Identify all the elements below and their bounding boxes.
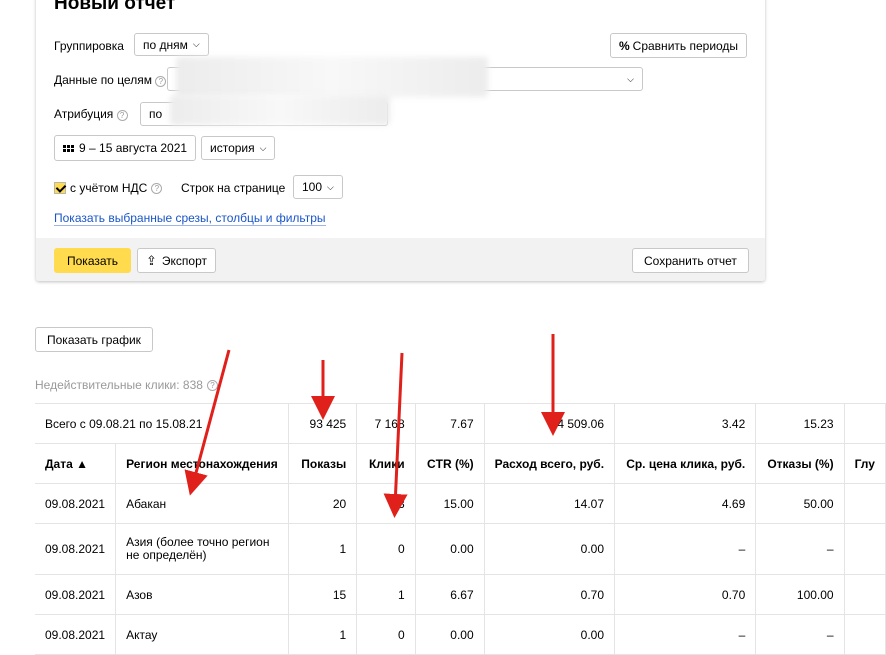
history-dropdown[interactable]: история ⌵ (201, 136, 276, 160)
cell-ctr: 15.00 (415, 483, 485, 524)
cell-date: 09.08.2021 (35, 574, 117, 615)
invalid-clicks: Недействительные клики: 838 ? (35, 378, 218, 392)
history-label: история (210, 141, 255, 155)
table-row: 09.08.2021 Азия (более точно регион не о… (35, 523, 886, 575)
cell-avg-cpc: 0.70 (614, 574, 757, 615)
cell-depth (844, 483, 886, 524)
cell-bounce: 100.00 (755, 574, 845, 615)
cell-bounce: 50.00 (755, 483, 845, 524)
cell-date: 09.08.2021 (35, 483, 117, 524)
show-button[interactable]: Показать (54, 248, 132, 273)
attribution-value: по (149, 107, 163, 121)
stats-table: Всего с 09.08.21 по 15.08.21 93 425 7 16… (35, 403, 886, 655)
vat-label: с учётом НДС (70, 181, 148, 195)
rows-per-page-label: Строк на странице (181, 181, 286, 195)
cell-clicks: 3 (356, 483, 416, 524)
goals-label: Данные по целям ? (54, 73, 167, 87)
cell-spend: 14.07 (484, 483, 616, 524)
cell-impressions: 15 (288, 574, 358, 615)
cell-depth (844, 523, 886, 575)
total-label: Всего с 09.08.21 по 15.08.21 (35, 403, 289, 444)
col-header-ctr[interactable]: CTR (%) (415, 443, 485, 484)
table-total-row: Всего с 09.08.21 по 15.08.21 93 425 7 16… (35, 403, 886, 444)
upload-icon: ⇪ (146, 252, 157, 268)
cell-bounce: – (755, 523, 845, 575)
cell-avg-cpc: – (614, 523, 757, 575)
grouping-label: Группировка (54, 39, 124, 53)
cell-ctr: 0.00 (415, 523, 485, 575)
total-bounce: 15.23 (755, 403, 845, 444)
col-header-avg-cpc[interactable]: Ср. цена клика, руб. (614, 443, 757, 484)
show-selected-link[interactable]: Показать выбранные срезы, столбцы и филь… (54, 211, 326, 226)
help-icon[interactable]: ? (155, 76, 167, 87)
cell-spend: 0.00 (484, 523, 616, 575)
export-button[interactable]: ⇪ Экспорт (137, 248, 216, 273)
grouping-value: по дням (143, 37, 188, 52)
help-icon[interactable]: ? (206, 379, 218, 391)
table-row: 09.08.2021 Абакан 20 3 15.00 14.07 4.69 … (35, 483, 886, 524)
total-clicks: 7 168 (356, 403, 416, 444)
rows-per-page-dropdown[interactable]: 100 ⌵ (293, 175, 343, 199)
col-header-clicks[interactable]: Клики (356, 443, 416, 484)
redacted-attribution (170, 95, 390, 125)
cell-spend: 0.70 (484, 574, 616, 615)
chevron-down-icon: ⌵ (259, 142, 267, 153)
vat-option[interactable]: с учётом НДС ? (54, 181, 163, 195)
cell-region: Азия (более точно регион не определён) (115, 523, 289, 575)
date-range-value: 9 – 15 августа 2021 (79, 141, 188, 155)
percent-icon: % (619, 38, 630, 53)
cell-impressions: 1 (288, 523, 358, 575)
compare-periods-label: Сравнить периоды (632, 38, 739, 53)
export-label: Экспорт (161, 253, 207, 268)
cell-region: Азов (115, 574, 289, 615)
cell-clicks: 0 (356, 523, 416, 575)
show-chart-button[interactable]: Показать график (35, 327, 153, 352)
cell-impressions: 20 (288, 483, 358, 524)
table-header-row: Дата ▲ Регион местонахождения Показы Кли… (35, 443, 886, 484)
compare-periods-button[interactable]: % Сравнить периоды (610, 33, 748, 58)
cell-region: Абакан (115, 483, 289, 524)
col-header-spend[interactable]: Расход всего, руб. (484, 443, 616, 484)
col-header-region[interactable]: Регион местонахождения (115, 443, 289, 484)
col-header-bounce[interactable]: Отказы (%) (755, 443, 845, 484)
chevron-down-icon: ⌵ (192, 39, 200, 49)
save-report-button[interactable]: Сохранить отчет (632, 248, 749, 273)
rows-per-page-value: 100 (302, 180, 323, 194)
cell-depth (844, 574, 886, 615)
col-header-impressions[interactable]: Показы (288, 443, 358, 484)
cell-date: 09.08.2021 (35, 523, 117, 575)
vat-checkbox[interactable] (54, 182, 66, 194)
total-avg-cpc: 3.42 (614, 403, 757, 444)
col-header-depth[interactable]: Глу (844, 443, 886, 484)
cell-clicks: 1 (356, 574, 416, 615)
report-settings-panel: Новый отчет Группировка по дням ⌵ % Срав… (36, 0, 765, 281)
invalid-clicks-text: Недействительные клики: 838 (35, 378, 203, 392)
panel-footer: Показать ⇪ Экспорт Сохранить отчет (36, 238, 765, 281)
cell-ctr: 6.67 (415, 574, 485, 615)
calendar-icon (63, 144, 74, 152)
col-header-date[interactable]: Дата ▲ (35, 443, 117, 484)
help-icon[interactable]: ? (116, 110, 128, 121)
date-range-button[interactable]: 9 – 15 августа 2021 (54, 135, 197, 161)
page-title: Новый отчет (54, 0, 176, 14)
total-spend: 24 509.06 (484, 403, 616, 444)
cell-avg-cpc: 4.69 (614, 483, 757, 524)
total-ctr: 7.67 (415, 403, 485, 444)
attribution-label: Атрибуция ? (54, 107, 128, 121)
grouping-dropdown[interactable]: по дням ⌵ (134, 33, 209, 56)
chevron-down-icon: ⌵ (627, 73, 634, 84)
table-row: 09.08.2021 Азов 15 1 6.67 0.70 0.70 100.… (35, 574, 886, 615)
total-impressions: 93 425 (288, 403, 358, 444)
help-icon[interactable]: ? (151, 182, 163, 194)
chevron-down-icon: ⌵ (327, 181, 334, 192)
redacted-goals (176, 57, 488, 97)
total-depth (844, 403, 886, 444)
